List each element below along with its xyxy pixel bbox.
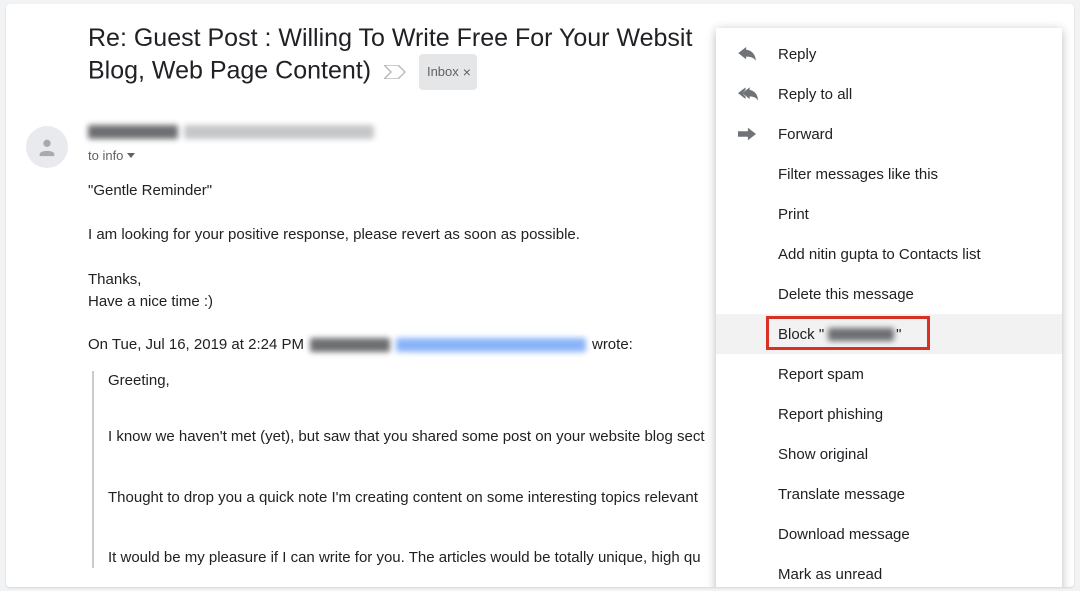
- menu-reply-all-label: Reply to all: [778, 86, 852, 103]
- menu-add-contact[interactable]: Add nitin gupta to Contacts list: [716, 234, 1062, 274]
- importance-marker-icon[interactable]: [384, 65, 406, 79]
- recipient-details-icon[interactable]: [127, 153, 135, 158]
- menu-print[interactable]: Print: [716, 194, 1062, 234]
- subject-line-2: Blog, Web Page Content): [88, 57, 371, 85]
- block-name-redacted: [828, 328, 894, 341]
- menu-reply-label: Reply: [778, 46, 816, 63]
- menu-mark-unread[interactable]: Mark as unread: [716, 554, 1062, 587]
- subject-line-1: Re: Guest Post : Willing To Write Free F…: [88, 24, 692, 52]
- message-options-menu: Reply Reply to all Forward Filter messag…: [716, 28, 1062, 587]
- recipient-text: to info: [88, 148, 123, 163]
- menu-reply-all[interactable]: Reply to all: [716, 74, 1062, 114]
- menu-reply[interactable]: Reply: [716, 34, 1062, 74]
- menu-report-phishing-label: Report phishing: [778, 406, 883, 423]
- menu-download[interactable]: Download message: [716, 514, 1062, 554]
- menu-add-contact-label: Add nitin gupta to Contacts list: [778, 246, 981, 263]
- menu-filter[interactable]: Filter messages like this: [716, 154, 1062, 194]
- quoted-prefix: On Tue, Jul 16, 2019 at 2:24 PM: [88, 336, 304, 353]
- menu-block[interactable]: Block " ": [716, 314, 1062, 354]
- sender-name-redacted: [88, 125, 178, 139]
- menu-report-phishing[interactable]: Report phishing: [716, 394, 1062, 434]
- menu-print-label: Print: [778, 206, 809, 223]
- remove-label-icon[interactable]: ×: [463, 65, 471, 79]
- menu-forward-label: Forward: [778, 126, 833, 143]
- quoted-email-redacted: [396, 338, 586, 352]
- menu-report-spam[interactable]: Report spam: [716, 354, 1062, 394]
- reply-all-icon: [738, 87, 778, 101]
- menu-block-suffix: ": [896, 326, 901, 343]
- menu-forward[interactable]: Forward: [716, 114, 1062, 154]
- menu-translate-label: Translate message: [778, 486, 905, 503]
- sender-email-redacted: [184, 125, 374, 139]
- menu-report-spam-label: Report spam: [778, 366, 864, 383]
- menu-filter-label: Filter messages like this: [778, 166, 938, 183]
- inbox-label-text: Inbox: [427, 56, 459, 88]
- menu-download-label: Download message: [778, 526, 910, 543]
- reply-icon: [738, 47, 778, 61]
- quoted-name-redacted: [310, 338, 390, 352]
- inbox-label-chip[interactable]: Inbox ×: [419, 54, 477, 90]
- menu-delete-label: Delete this message: [778, 286, 914, 303]
- quoted-suffix: wrote:: [592, 336, 633, 353]
- forward-icon: [738, 127, 778, 141]
- menu-show-original-label: Show original: [778, 446, 868, 463]
- menu-delete[interactable]: Delete this message: [716, 274, 1062, 314]
- sender-avatar[interactable]: [26, 126, 68, 168]
- menu-translate[interactable]: Translate message: [716, 474, 1062, 514]
- menu-block-prefix: Block ": [778, 326, 824, 343]
- menu-show-original[interactable]: Show original: [716, 434, 1062, 474]
- menu-mark-unread-label: Mark as unread: [778, 566, 882, 583]
